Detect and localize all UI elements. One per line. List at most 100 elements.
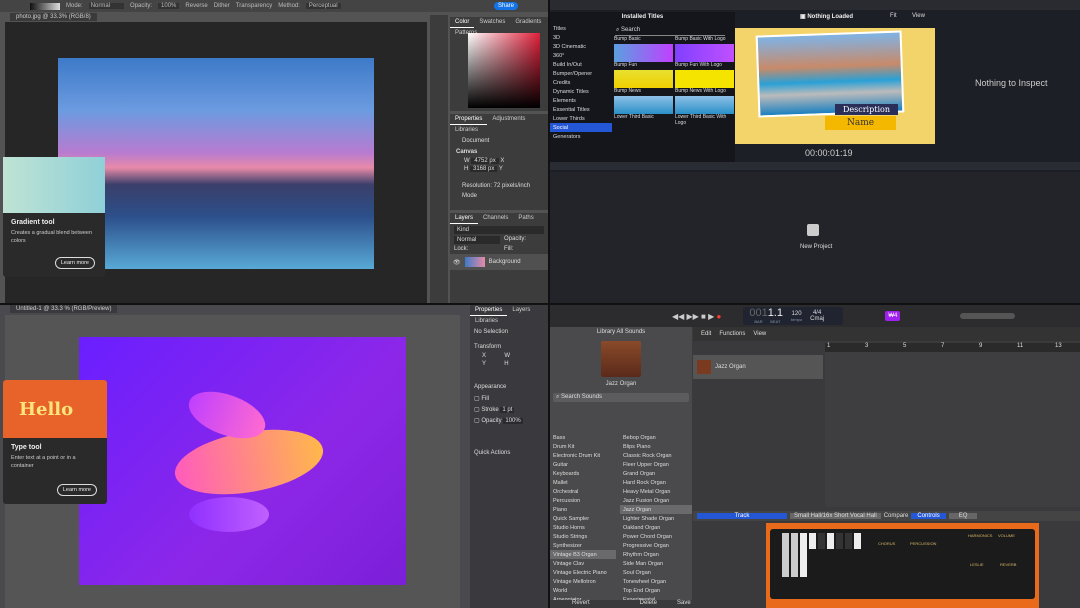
title-label[interactable]: Bump Fun With Logo — [675, 62, 734, 68]
tab-libraries[interactable]: Libraries — [470, 316, 503, 326]
view-menu[interactable]: View — [753, 331, 766, 337]
category-item[interactable]: World — [550, 586, 616, 595]
patch-item[interactable]: Jazz Fusion Organ — [620, 496, 692, 505]
all-sounds-menu[interactable]: All Sounds — [617, 329, 646, 335]
tab-layers[interactable]: Layers — [507, 305, 535, 315]
category-item[interactable]: 3D — [550, 33, 612, 42]
patch-item[interactable]: Hard Rock Organ — [620, 478, 692, 487]
tab-layers[interactable]: Layers — [450, 213, 478, 224]
layer-row[interactable]: 👁 Background — [450, 254, 548, 270]
ruler-mark[interactable]: 5 — [903, 343, 906, 349]
patch-item[interactable]: Top End Organ — [620, 586, 692, 595]
tab-adjustments[interactable]: Adjustments — [487, 114, 530, 124]
reverse-checkbox[interactable]: Reverse — [185, 3, 207, 9]
fit-menu[interactable]: Fit — [890, 13, 897, 19]
edit-menu[interactable]: Edit — [701, 331, 711, 337]
title-thumbnail[interactable]: Bump News — [614, 70, 673, 94]
title-label[interactable]: Lower Third Basic — [614, 114, 673, 120]
patch-item[interactable]: Tonewheel Organ — [620, 577, 692, 586]
title-label[interactable]: Bump News With Logo — [675, 88, 734, 94]
ruler-mark[interactable]: 7 — [941, 343, 944, 349]
revert-button[interactable]: Revert — [572, 600, 590, 608]
layer-filter[interactable]: Kind — [454, 226, 544, 234]
share-button[interactable]: Share — [494, 2, 518, 10]
patch-item[interactable]: Progressive Organ — [620, 541, 692, 550]
title-label[interactable]: Bump Fun — [614, 62, 673, 68]
category-item[interactable]: Credits — [550, 78, 612, 87]
opacity-field[interactable]: 100% — [158, 3, 179, 9]
title-thumbnail[interactable]: Bump Fun — [614, 44, 673, 68]
document-tab[interactable]: photo.jpg @ 33.3% (RGB/8) — [10, 13, 97, 21]
width-field[interactable]: 4752 px — [471, 158, 498, 164]
ruler-mark[interactable]: 9 — [979, 343, 982, 349]
patch-item[interactable]: Fleer Upper Organ — [620, 460, 692, 469]
category-item[interactable]: Dynamic Titles — [550, 87, 612, 96]
title-thumbnail[interactable]: Bump News With Logo — [675, 70, 734, 94]
patch-item[interactable]: Heavy Metal Organ — [620, 487, 692, 496]
title-thumbnail[interactable]: Bump Basic — [614, 36, 673, 42]
tab-eq[interactable]: EQ — [949, 513, 978, 519]
ruler-mark[interactable]: 1 — [827, 343, 830, 349]
patch-item[interactable]: Oakland Organ — [620, 523, 692, 532]
tab-channels[interactable]: Channels — [478, 213, 513, 223]
eye-icon[interactable]: 👁 — [453, 259, 461, 266]
method-select[interactable]: Perceptual — [306, 3, 341, 9]
title-label[interactable]: Lower Third Basic With Logo — [675, 114, 734, 126]
transport-controls[interactable]: ◀◀ ▶▶ ■ ▶ ● — [672, 312, 721, 321]
title-thumbnail[interactable]: Lower Third Basic — [614, 96, 673, 126]
category-item[interactable]: Elements — [550, 96, 612, 105]
save-button[interactable]: Save — [677, 600, 691, 608]
delete-button[interactable]: Delete — [640, 600, 657, 608]
tab-gradients[interactable]: Gradients — [510, 17, 546, 27]
color-picker-field[interactable] — [468, 33, 540, 108]
category-item[interactable]: Vintage B3 Organ — [550, 550, 616, 559]
title-label[interactable]: Bump Basic With Logo — [675, 36, 734, 42]
view-menu[interactable]: View — [912, 13, 925, 19]
y-field[interactable]: Y — [482, 361, 486, 367]
stroke-weight-field[interactable]: 1 pt — [500, 407, 514, 413]
category-item[interactable]: Piano — [550, 505, 616, 514]
patch-item[interactable]: Soul Organ — [620, 568, 692, 577]
tab-libraries[interactable]: Libraries — [450, 125, 483, 135]
compare-button[interactable]: Compare — [884, 513, 909, 519]
stroke-label[interactable]: Stroke — [481, 407, 498, 413]
new-project-icon[interactable] — [807, 224, 819, 236]
new-project-button[interactable]: New Project — [800, 244, 832, 250]
drawbars[interactable] — [782, 533, 861, 577]
title-thumbnail[interactable]: Bump Fun With Logo — [675, 44, 734, 68]
patch-item[interactable]: Classic Rock Organ — [620, 451, 692, 460]
count-in-badge[interactable]: ₩4 — [885, 311, 900, 321]
patch-item[interactable]: Bebop Organ — [620, 433, 692, 442]
title-thumbnail[interactable]: Lower Third Basic With Logo — [675, 96, 734, 126]
tab-properties[interactable]: Properties — [450, 114, 487, 125]
lcd-display[interactable]: 001 BAR 1.1 BEAT 120 tempo 4/4 Cmaj — [743, 307, 843, 325]
tab-properties[interactable]: Properties — [470, 305, 507, 316]
category-item[interactable]: Vintage Clav — [550, 559, 616, 568]
category-item[interactable]: Studio Strings — [550, 532, 616, 541]
tab-paths[interactable]: Paths — [513, 213, 538, 223]
patch-item[interactable]: Lighter Shade Organ — [620, 514, 692, 523]
category-item[interactable]: Orchestral — [550, 487, 616, 496]
document-tab[interactable]: Untitled-1 @ 33.3 % (RGB/Preview) — [10, 305, 117, 313]
ruler[interactable]: 135791113 — [825, 343, 1080, 352]
ruler-mark[interactable]: 3 — [865, 343, 868, 349]
category-item[interactable]: 3D Cinematic — [550, 42, 612, 51]
preset-select[interactable]: Small Hall/16x Short Vocal Hall — [790, 513, 881, 519]
category-item[interactable]: 360° — [550, 51, 612, 60]
tracks-area[interactable] — [825, 352, 1080, 507]
x-field[interactable]: X — [482, 353, 486, 359]
patch-item[interactable]: Blips Piano — [620, 442, 692, 451]
category-item[interactable]: Quick Sampler — [550, 514, 616, 523]
patch-item[interactable]: Jazz Organ — [620, 505, 692, 514]
opacity-field[interactable]: 100% — [503, 418, 522, 424]
h-field[interactable]: H — [504, 361, 508, 367]
category-item[interactable]: Social — [550, 123, 612, 132]
category-item[interactable]: Synthesizer — [550, 541, 616, 550]
tab-swatches[interactable]: Swatches — [474, 17, 510, 27]
tab-track[interactable]: Track — [697, 513, 787, 519]
blend-mode-select[interactable]: Normal — [454, 236, 500, 244]
patch-item[interactable]: Grand Organ — [620, 469, 692, 478]
tab-controls[interactable]: Controls — [911, 513, 945, 519]
category-item[interactable]: Keyboards — [550, 469, 616, 478]
browser-title[interactable]: Installed Titles — [550, 12, 735, 22]
